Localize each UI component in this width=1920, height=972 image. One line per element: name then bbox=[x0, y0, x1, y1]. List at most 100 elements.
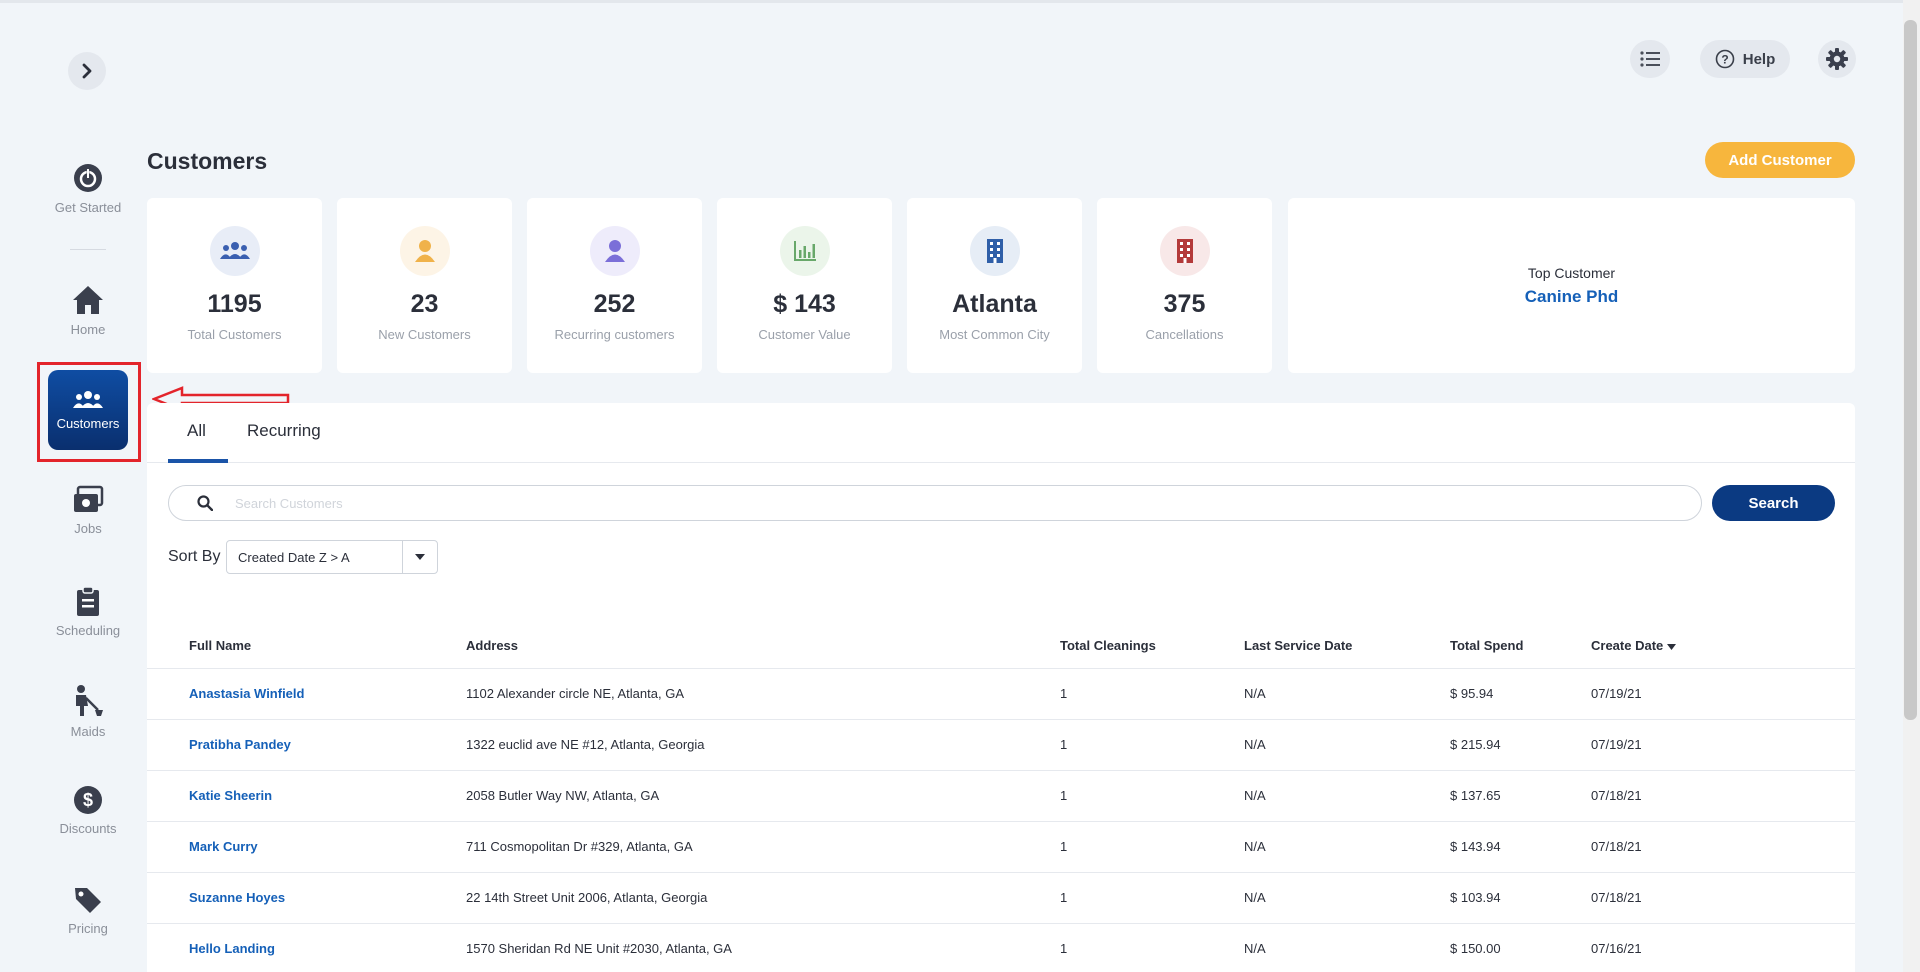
top-customer-name-link[interactable]: Canine Phd bbox=[1288, 287, 1855, 307]
table-row[interactable]: Suzanne Hoyes 22 14th Street Unit 2006, … bbox=[147, 872, 1855, 924]
stat-value: $ 143 bbox=[773, 290, 836, 318]
table-row[interactable]: Hello Landing 1570 Sheridan Rd NE Unit #… bbox=[147, 923, 1855, 972]
cell-create-date: 07/16/21 bbox=[1591, 923, 1855, 972]
cell-create-date: 07/18/21 bbox=[1591, 770, 1855, 822]
stat-card-recurring-customers: 252 Recurring customers bbox=[527, 198, 702, 373]
user-icon bbox=[414, 240, 435, 262]
tab-all[interactable]: All bbox=[187, 421, 206, 441]
col-header-total-cleanings[interactable]: Total Cleanings bbox=[1060, 624, 1244, 669]
stat-value: 1195 bbox=[207, 290, 262, 318]
table-row[interactable]: Mark Curry 711 Cosmopolitan Dr #329, Atl… bbox=[147, 821, 1855, 873]
cell-last-service-date: N/A bbox=[1244, 719, 1450, 771]
cell-total-spend: $ 95.94 bbox=[1450, 668, 1591, 720]
sidebar-item-jobs[interactable]: Jobs bbox=[40, 485, 136, 536]
sidebar-item-label: Maids bbox=[70, 724, 106, 739]
col-header-last-service-date[interactable]: Last Service Date bbox=[1244, 624, 1450, 669]
list-view-button[interactable] bbox=[1630, 40, 1670, 78]
cell-create-date: 07/19/21 bbox=[1591, 668, 1855, 720]
col-header-address[interactable]: Address bbox=[466, 624, 1060, 669]
stat-value: 23 bbox=[410, 290, 439, 318]
sidebar-item-home[interactable]: Home bbox=[40, 284, 136, 337]
sidebar-item-scheduling[interactable]: Scheduling bbox=[40, 585, 136, 638]
top-customer-card: Top Customer Canine Phd bbox=[1288, 198, 1855, 373]
tab-bar: All Recurring bbox=[147, 403, 1855, 463]
sidebar-divider bbox=[70, 249, 106, 250]
col-header-full-name[interactable]: Full Name bbox=[147, 624, 466, 669]
col-header-create-date[interactable]: Create Date bbox=[1591, 624, 1855, 669]
stat-icon-circle bbox=[589, 226, 640, 276]
building-icon bbox=[1176, 239, 1193, 263]
help-button[interactable]: ? Help bbox=[1700, 40, 1790, 78]
sidebar-item-label: Get Started bbox=[54, 200, 122, 215]
page-title: Customers bbox=[147, 148, 268, 174]
table-row[interactable]: Anastasia Winfield 1102 Alexander circle… bbox=[147, 668, 1855, 720]
cell-address: 1102 Alexander circle NE, Atlanta, GA bbox=[466, 668, 1060, 720]
power-icon bbox=[74, 164, 102, 192]
stat-card-total-customers: 1195 Total Customers bbox=[147, 198, 322, 373]
stat-label: Cancellations bbox=[1145, 327, 1224, 342]
customer-name-link[interactable]: Katie Sheerin bbox=[147, 770, 466, 822]
sidebar-item-label: Home bbox=[70, 322, 106, 337]
cell-total-cleanings: 1 bbox=[1060, 923, 1244, 972]
add-customer-button[interactable]: Add Customer bbox=[1705, 142, 1855, 178]
customers-table: Full Name Address Total Cleanings Last S… bbox=[147, 624, 1855, 972]
cell-create-date: 07/19/21 bbox=[1591, 719, 1855, 771]
table-row[interactable]: Katie Sheerin 2058 Butler Way NW, Atlant… bbox=[147, 770, 1855, 822]
customer-name-link[interactable]: Pratibha Pandey bbox=[147, 719, 466, 771]
cell-total-spend: $ 143.94 bbox=[1450, 821, 1591, 873]
cell-last-service-date: N/A bbox=[1244, 923, 1450, 972]
gear-icon bbox=[1826, 48, 1848, 70]
cell-create-date: 07/18/21 bbox=[1591, 821, 1855, 873]
sidebar-item-pricing[interactable]: Pricing bbox=[40, 885, 136, 936]
table-header-row: Full Name Address Total Cleanings Last S… bbox=[147, 624, 1855, 669]
svg-text:$: $ bbox=[83, 790, 93, 810]
sort-select[interactable]: Created Date Z > A bbox=[226, 540, 438, 574]
stat-label: Recurring customers bbox=[554, 327, 675, 342]
building-icon bbox=[986, 239, 1003, 263]
cell-total-cleanings: 1 bbox=[1060, 872, 1244, 924]
home-icon bbox=[73, 286, 103, 314]
stat-card-cancellations: 375 Cancellations bbox=[1097, 198, 1272, 373]
tab-recurring[interactable]: Recurring bbox=[247, 421, 321, 441]
question-circle-icon: ? bbox=[1715, 49, 1735, 69]
sidebar-item-label: Pricing bbox=[68, 921, 108, 936]
col-header-total-spend[interactable]: Total Spend bbox=[1450, 624, 1591, 669]
user-icon bbox=[604, 240, 625, 262]
sidebar-item-discounts[interactable]: $ Discounts bbox=[40, 785, 136, 836]
svg-text:?: ? bbox=[1721, 53, 1728, 67]
customers-panel: All Recurring Search Sort By Created Dat… bbox=[147, 403, 1855, 972]
stat-label: Most Common City bbox=[939, 327, 1050, 342]
caret-down-icon bbox=[402, 541, 437, 573]
sidebar-item-maids[interactable]: Maids bbox=[40, 684, 136, 739]
customer-name-link[interactable]: Suzanne Hoyes bbox=[147, 872, 466, 924]
stat-icon-circle bbox=[779, 226, 830, 276]
stat-icon-circle bbox=[1159, 226, 1210, 276]
page-scrollbar-thumb[interactable] bbox=[1904, 20, 1917, 720]
stat-icon-circle bbox=[209, 226, 260, 276]
customer-name-link[interactable]: Hello Landing bbox=[147, 923, 466, 972]
sidebar-item-label: Jobs bbox=[74, 521, 102, 536]
search-input[interactable] bbox=[235, 495, 1635, 511]
tag-icon bbox=[75, 888, 101, 913]
table-row[interactable]: Pratibha Pandey 1322 euclid ave NE #12, … bbox=[147, 719, 1855, 771]
expand-sidebar-button[interactable] bbox=[68, 52, 106, 90]
sort-select-value: Created Date Z > A bbox=[238, 549, 350, 565]
cell-address: 1322 euclid ave NE #12, Atlanta, Georgia bbox=[466, 719, 1060, 771]
sidebar-item-get-started[interactable]: Get Started bbox=[40, 162, 136, 215]
stat-label: Customer Value bbox=[758, 327, 851, 342]
customer-name-link[interactable]: Anastasia Winfield bbox=[147, 668, 466, 720]
stat-card-customer-value: $ 143 Customer Value bbox=[717, 198, 892, 373]
stat-value: 252 bbox=[593, 290, 636, 318]
sort-by-label: Sort By bbox=[168, 548, 221, 565]
dollar-icon: $ bbox=[74, 786, 102, 814]
cell-address: 711 Cosmopolitan Dr #329, Atlanta, GA bbox=[466, 821, 1060, 873]
stat-value: Atlanta bbox=[952, 290, 1037, 318]
settings-button[interactable] bbox=[1818, 40, 1856, 78]
cell-address: 22 14th Street Unit 2006, Atlanta, Georg… bbox=[466, 872, 1060, 924]
maid-icon bbox=[76, 685, 103, 716]
customer-name-link[interactable]: Mark Curry bbox=[147, 821, 466, 873]
cell-total-spend: $ 137.65 bbox=[1450, 770, 1591, 822]
chevron-right-icon bbox=[82, 63, 92, 79]
cell-total-spend: $ 103.94 bbox=[1450, 872, 1591, 924]
search-button[interactable]: Search bbox=[1712, 485, 1835, 521]
